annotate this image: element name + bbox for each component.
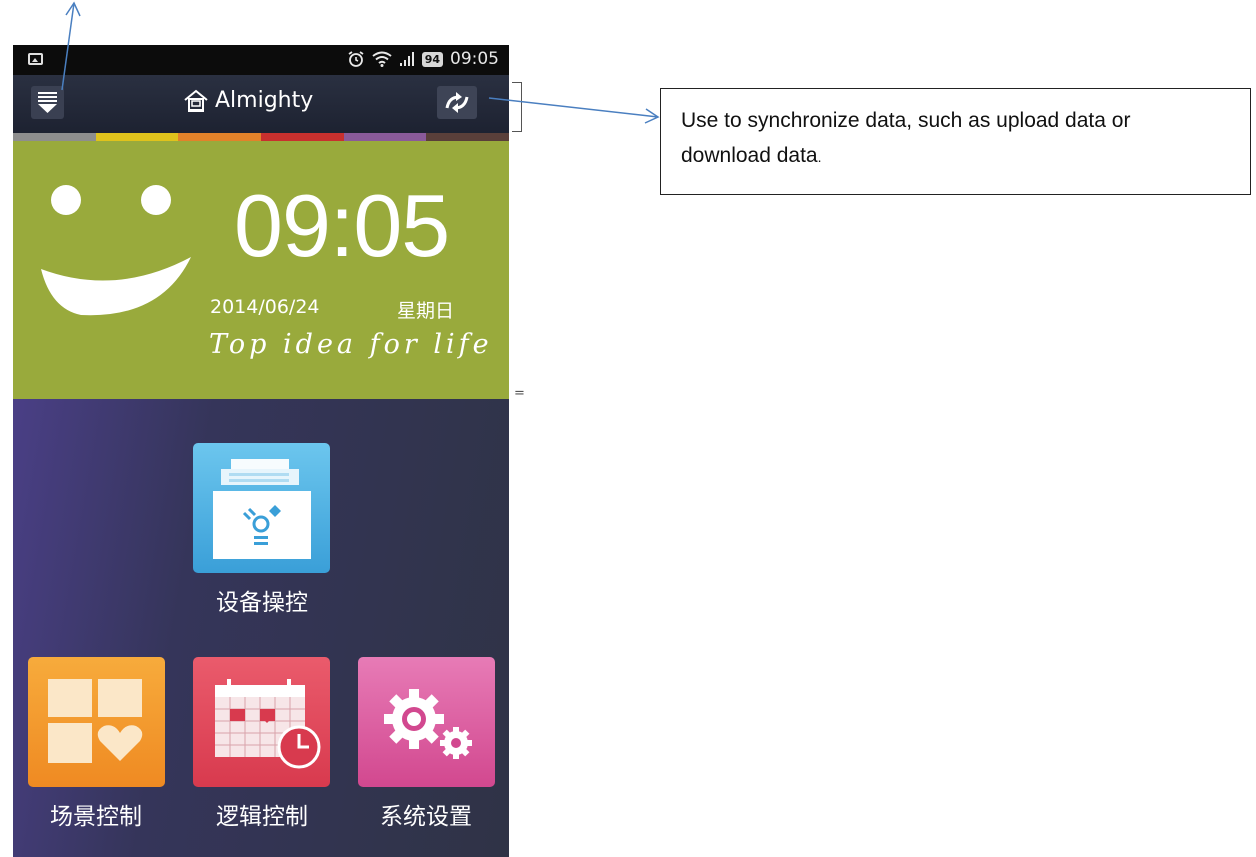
annotation-period: . bbox=[817, 149, 822, 165]
sync-annotation-arrow bbox=[488, 97, 659, 118]
annotation-line-1: Use to synchronize data, such as upload … bbox=[681, 109, 1131, 132]
sync-annotation-box: Use to synchronize data, such as upload … bbox=[660, 88, 1251, 195]
menu-annotation-arrow bbox=[61, 2, 75, 91]
annotation-line-2: download data. bbox=[681, 138, 1250, 175]
annotation-line-2-text: download data bbox=[681, 144, 818, 167]
